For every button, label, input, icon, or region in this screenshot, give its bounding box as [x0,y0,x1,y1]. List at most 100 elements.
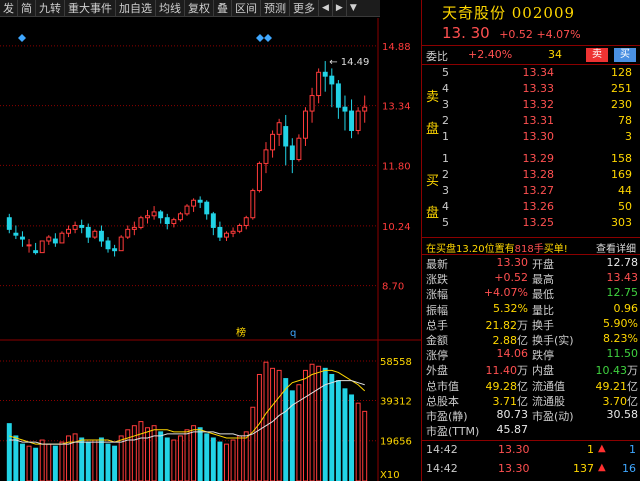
stat-value: 49.28亿 [472,378,529,394]
divider [422,64,640,65]
candle-body [92,230,98,238]
toolbar-item[interactable]: 九转 [36,0,65,17]
stat-value: 12.75 [572,286,639,299]
scroll-right-icon[interactable]: ▶ [333,0,347,17]
order-volume: 44 [618,184,632,197]
ask-row[interactable]: 5 13.34 128 [422,66,640,82]
volume-bar [335,380,341,481]
stat-number: 3.70 [602,394,628,408]
candle-body [26,244,32,247]
kline-chart[interactable]: 14.88 13.34 11.80 10.24 8.70 ← 14.49 榜 q 58558 39… [0,18,421,481]
stat-value: 11.40万 [472,362,529,378]
stat-label: 市盈(静) [426,410,468,423]
toolbar-item[interactable]: 更多 [290,0,319,17]
stat-value: 13.30 [472,256,529,269]
stat-value: 10.43万 [572,362,639,378]
toolbar-item[interactable]: 区间 [232,0,261,17]
stat-value: 80.73 [472,408,529,421]
candle-body [13,232,19,236]
toolbar-item[interactable]: 重大事件 [65,0,116,17]
stat-number: 13.30 [496,256,529,269]
candle-body [112,248,118,252]
ask-row[interactable]: 4 13.33 251 [422,82,640,98]
toolbar-item[interactable]: 均线 [156,0,185,17]
candle-body [33,250,39,254]
trade-alert[interactable]: 在买盘13.20位置有818手买单! [426,240,568,255]
tick-volume: 137 [573,462,594,475]
divider [422,254,640,255]
indicator-tag[interactable]: q [290,328,296,339]
sell-button[interactable]: 卖 [586,48,608,62]
stat-label: 总手 [426,318,448,332]
candle-body [204,201,210,215]
bid-row[interactable]: 4 13.26 50 [422,200,640,216]
volume-bar [92,439,98,481]
stats-row: 总市值 49.28亿 流通值 49.21亿 [422,378,640,394]
candle-body [302,110,308,139]
volume-bar [171,439,177,481]
stats-row: 总股本 3.71亿 流通股 3.70亿 [422,393,640,409]
volume-bar [52,445,58,481]
price-axis-label: 14.88 [382,42,411,53]
indicator-tag[interactable]: 榜 [236,326,246,339]
candle-body [164,217,170,225]
candle-body [98,230,104,242]
volume-bar [39,439,45,481]
bid-row[interactable]: 5 13.25 303 [422,216,640,232]
view-detail-link[interactable]: 查看详细 [596,240,636,255]
stat-unit: 亿 [627,379,638,393]
stat-unit: 万 [517,318,528,332]
candle-body [66,228,72,234]
candle-body [289,145,295,161]
stat-value: 49.21亿 [572,378,639,394]
stat-value: 3.71亿 [472,393,529,409]
volume-bar [177,435,183,481]
candle-body [355,110,361,131]
toolbar-item[interactable]: 预测 [261,0,290,17]
volume-bar [26,445,32,481]
tick-row: 14:42 13.30 137 ▲ 16 [422,462,640,480]
candle-body [19,236,25,240]
order-price: 13.27 [522,184,555,197]
dropdown-icon[interactable]: ▼ [347,0,360,17]
stat-number: 13.43 [606,271,639,285]
order-level: 5 [442,216,449,229]
volume-axis-label: 19656 [380,437,412,448]
stats-row: 最新 13.30 开盘 12.78 [422,256,640,271]
scroll-left-icon[interactable]: ◀ [319,0,333,17]
order-volume: 3 [625,130,632,143]
volume-bar [362,410,368,481]
volume-bar [296,384,302,481]
candle-body [6,217,12,230]
volume-bar [210,437,216,481]
candle-body [131,226,137,230]
bid-row[interactable]: 3 13.27 44 [422,184,640,200]
candle-body [46,236,52,242]
candle-body [256,162,262,192]
tick-count: 16 [622,462,636,475]
volume-bar [85,441,91,481]
order-volume: 50 [618,200,632,213]
candle-body [52,238,58,244]
stat-value: 21.82万 [472,317,529,333]
toolbar-item[interactable]: 复权 [185,0,214,17]
toolbar-item[interactable]: 简 [18,0,36,17]
stat-value: 2.88亿 [472,332,529,348]
candle-body [243,217,249,226]
tick-row: 14:42 13.30 1 ▲ 1 [422,443,640,461]
stat-number: 10.43 [595,364,628,378]
bid-row[interactable]: 2 13.28 169 [422,168,640,184]
stat-label: 总股本 [426,394,459,408]
ask-row[interactable]: 2 13.31 78 [422,114,640,130]
bid-row[interactable]: 1 13.29 158 [422,152,640,168]
order-volume: 169 [611,168,632,181]
buy-button[interactable]: 买 [614,48,636,62]
ask-row[interactable]: 1 13.30 3 [422,130,640,146]
ask-row[interactable]: 3 13.32 230 [422,98,640,114]
toolbar-item[interactable]: 加自选 [116,0,156,17]
stat-value: +4.07% [472,286,528,299]
stats-row: 振幅 5.32% 量比 0.96 [422,302,640,317]
toolbar-item[interactable]: 发 [0,0,18,17]
tick-time: 14:42 [426,443,458,456]
toolbar-item[interactable]: 叠 [214,0,232,17]
